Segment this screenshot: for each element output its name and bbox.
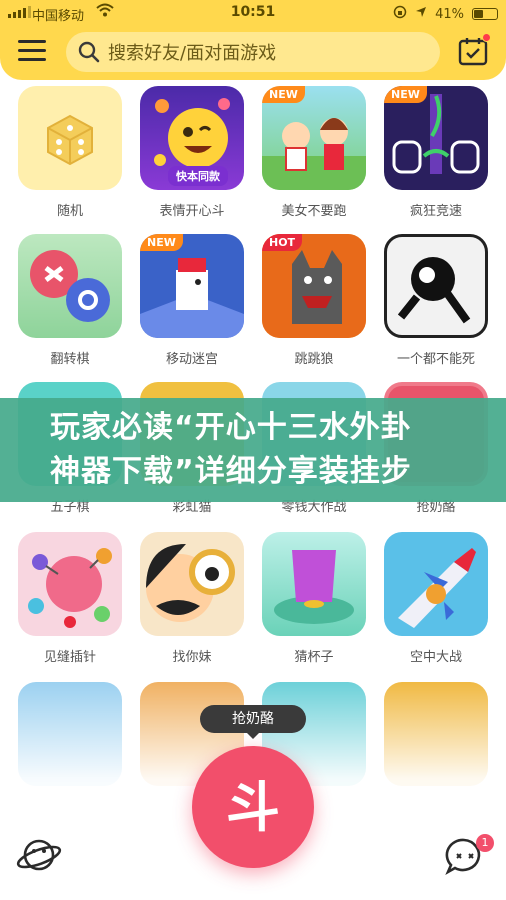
game-label: 猜杯子 [294, 650, 334, 665]
menu-button[interactable] [18, 40, 46, 64]
banner-line-2: 神器下载”详细分享装挂步 [50, 454, 412, 489]
chase-girl-icon: NEW [262, 86, 366, 190]
notification-dot [482, 33, 491, 42]
location-icon [415, 6, 427, 22]
game-label: 移动迷宫 [165, 352, 218, 367]
game-label: 随机 [56, 204, 83, 219]
wolf-icon: HOT [262, 234, 366, 338]
stickman-icon [384, 234, 488, 338]
new-badge: NEW [140, 234, 183, 251]
game-tile[interactable]: 见缝插针 [18, 532, 122, 665]
planet-button[interactable] [16, 834, 62, 876]
message-button[interactable]: 1 [444, 834, 494, 876]
game-label: 见缝插针 [43, 650, 96, 665]
game-label: 找你妹 [172, 650, 212, 665]
top-bar: 搜索好友/面对面游戏 [0, 26, 506, 80]
game-tile[interactable]: 找你妹 [140, 532, 244, 665]
maze-dog-icon: NEW [140, 234, 244, 338]
game-tag: 快本同款 [168, 166, 228, 186]
game-tile[interactable]: HOT 跳跳狼 [262, 234, 366, 367]
game-label: 一个都不能死 [396, 352, 475, 367]
tap-hands-icon: NEW [384, 86, 488, 190]
game-tile[interactable]: NEW 美女不要跑 [262, 86, 366, 219]
game-tile[interactable]: 随机 [18, 86, 122, 219]
game-tile[interactable]: NEW 疯狂竞速 [384, 86, 488, 219]
play-button[interactable]: 斗 [192, 746, 314, 868]
battery-icon [472, 8, 498, 20]
dou-glyph-icon: 斗 [226, 776, 280, 839]
cup-icon [262, 532, 366, 636]
dice-icon [18, 86, 122, 190]
plane-icon [384, 532, 488, 636]
game-label: 跳跳狼 [294, 352, 334, 367]
lock-rotation-icon [393, 5, 407, 23]
planet-icon [16, 839, 62, 871]
battery-percent: 41% [435, 6, 464, 22]
hot-badge: HOT [262, 234, 303, 251]
game-tooltip: 抢奶酪 [200, 705, 306, 739]
game-label: 疯狂竞速 [409, 204, 462, 219]
pin-balls-icon [18, 532, 122, 636]
game-label: 翻转棋 [50, 352, 90, 367]
calendar-checkin-button[interactable] [458, 33, 491, 66]
search-placeholder: 搜索好友/面对面游戏 [108, 43, 277, 64]
search-icon [78, 41, 100, 63]
game-tile[interactable]: NEW 移动迷宫 [140, 234, 244, 367]
game-tile[interactable]: 猜杯子 [262, 532, 366, 665]
fab-glyph: 斗 [226, 776, 280, 839]
game-tile[interactable]: 一个都不能死 [384, 234, 488, 367]
game-label: 空中大战 [409, 650, 462, 665]
unread-count: 1 [476, 834, 494, 852]
promo-banner: 玩家必读“开心十三水外卦 神器下载”详细分享装挂步 [0, 398, 506, 502]
new-badge: NEW [262, 86, 305, 103]
emoji-face-icon: 快本同款 [140, 86, 244, 190]
banner-line-1: 玩家必读“开心十三水外卦 [50, 410, 412, 445]
game-label: 美女不要跑 [281, 204, 347, 219]
magnifier-face-icon [140, 532, 244, 636]
game-tile[interactable]: 翻转棋 [18, 234, 122, 367]
search-bar[interactable]: 搜索好友/面对面游戏 [66, 32, 440, 72]
new-badge: NEW [384, 86, 427, 103]
status-bar: 中国移动 10:51 41% [0, 0, 506, 26]
game-label: 表情开心斗 [159, 204, 225, 219]
game-tile[interactable]: 快本同款 表情开心斗 [140, 86, 244, 219]
game-tile[interactable]: 空中大战 [384, 532, 488, 665]
flip-chess-icon [18, 234, 122, 338]
